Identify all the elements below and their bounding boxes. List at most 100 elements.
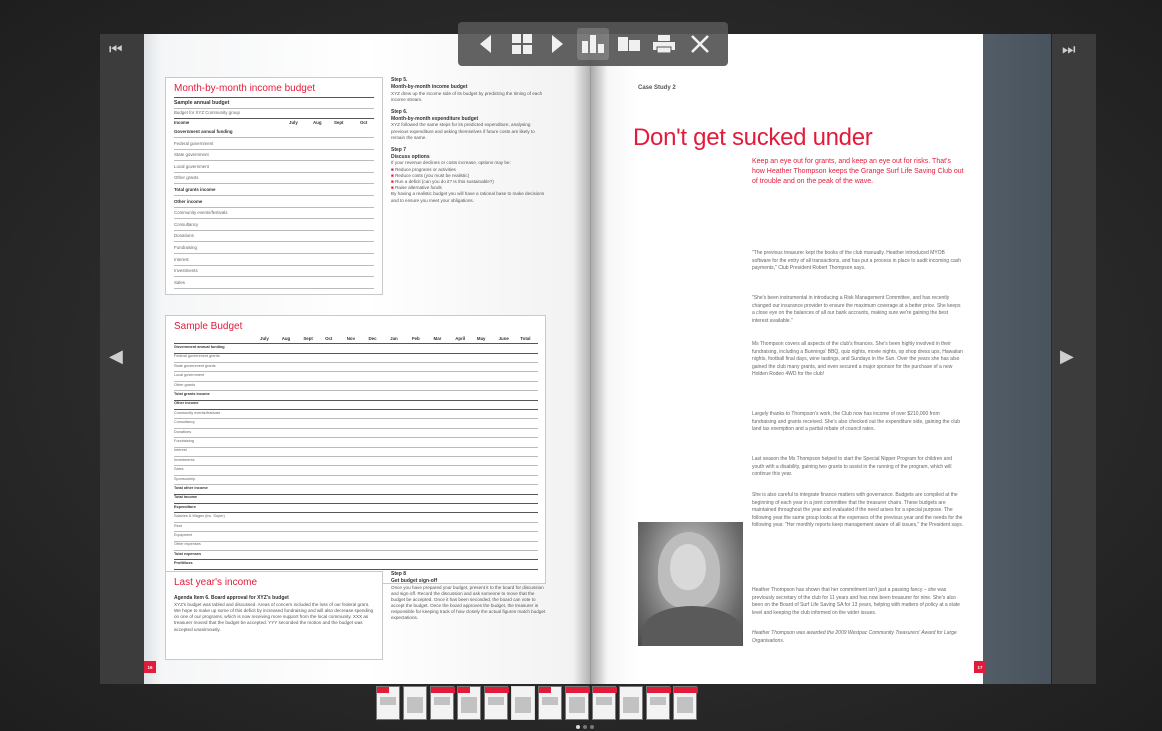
income-row-label: Fundraising [174, 245, 197, 250]
page-thumbnail[interactable] [457, 686, 481, 720]
budget-row-label: Sales [174, 467, 184, 472]
page-thumbnail[interactable] [403, 686, 427, 720]
thumbnails-grid-icon[interactable] [506, 28, 538, 60]
thumbnail-content-block [596, 697, 612, 705]
income-row-rule [174, 195, 374, 196]
budget-row-rule [174, 512, 538, 514]
case-study-paragraph: Last season the Ms Thompson helped to st… [752, 456, 953, 477]
next-icon[interactable] [541, 28, 573, 60]
budget-row-label: Total expenses [174, 551, 202, 556]
budget-row-label: Profit/loss [174, 561, 193, 566]
budget-row-rule [174, 493, 538, 495]
page-thumbnail[interactable] [430, 686, 455, 720]
page-thumbnail[interactable] [619, 686, 643, 720]
thumbnail-red-band [593, 687, 617, 693]
previous-icon[interactable] [470, 28, 502, 60]
budget-row-label: Sponsorship [174, 476, 196, 481]
income-row-rule [174, 218, 374, 220]
print-icon[interactable] [648, 28, 680, 60]
first-page-icon[interactable]: ⏮ [109, 42, 123, 57]
case-study-paragraph: "She's been instrumental in introducing … [752, 295, 961, 324]
income-row-rule [174, 276, 374, 278]
income-row-rule [174, 183, 374, 185]
budget-row-label: Salaries & Wages (inc. Super) [174, 514, 225, 519]
page-thumbnail[interactable] [673, 686, 698, 720]
left-page-number: 16 [144, 661, 156, 673]
thumbnail-content-block [542, 697, 558, 705]
income-row-label: Community events/festivals [174, 210, 228, 216]
right-page-sheet: Case Study 2 Don't get sucked under Keep… [591, 34, 983, 684]
right-page-number: 17 [974, 661, 986, 673]
budget-month-header: Mar [433, 336, 442, 341]
step5-text: XYZ drew up the income side of its budge… [391, 90, 543, 102]
step6-sub: Month-by-month expenditure budget [391, 115, 479, 122]
step7-title: Step 7 [391, 146, 407, 153]
case-study-intro: Keep an eye out for grants, and keep an … [752, 158, 964, 186]
budget-row-label: Other expenses [174, 542, 201, 547]
income-row-rule [174, 160, 374, 162]
last-year-body: Agenda Item 6. Board approval for XYZ's … [174, 595, 376, 633]
budget-month-header: July [260, 336, 269, 341]
page-thumbnail[interactable] [376, 686, 400, 720]
page-thumbnail[interactable] [511, 686, 535, 720]
thumbnail-content-block [569, 697, 585, 713]
left-page: Month-by-month income budget Sample annu… [144, 34, 591, 684]
page-thumbnail[interactable] [646, 686, 671, 720]
budget-row-rule [174, 559, 538, 561]
budget-row-rule [174, 531, 538, 533]
page-thumbnail[interactable] [592, 686, 617, 720]
budget-month-header: Oct [325, 336, 333, 341]
budget-row-label: Equipment [174, 533, 193, 537]
rule [174, 118, 374, 119]
budget-row-label: Government annual funding [174, 345, 225, 349]
budget-row-rule [174, 399, 538, 401]
thumbnail-content-block [677, 697, 693, 713]
thumbnail-content-block [407, 697, 423, 713]
pager-dots [576, 725, 594, 729]
thumbnail-red-band [431, 687, 455, 693]
thumbnail-content-block [434, 697, 450, 705]
income-row-rule [174, 229, 374, 231]
close-icon[interactable] [684, 28, 716, 60]
page-thumbnail[interactable] [484, 686, 509, 720]
budget-row-rule [174, 568, 538, 570]
step6-text: XYZ followed the same steps for its pred… [391, 122, 535, 140]
case-study-paragraph: She is also careful to integrate finance… [752, 492, 964, 528]
thumbnail-content-block [515, 697, 531, 713]
budget-row-rule [174, 549, 538, 551]
budget-row-label: Rent [174, 523, 183, 528]
budget-row-label: Total grants income [174, 392, 210, 396]
page-thumbnail[interactable] [538, 686, 562, 720]
page-view-icon[interactable] [576, 28, 609, 60]
income-header-july: July [289, 120, 298, 125]
pager-dot[interactable] [583, 725, 587, 729]
budget-month-header: Aug [281, 336, 291, 341]
step7-bullet-text: Reduce costs (you must be realistic) [395, 172, 470, 178]
page-thumbnail[interactable] [565, 686, 590, 720]
income-row-label: Other income [174, 198, 203, 204]
income-row-rule [174, 253, 374, 254]
budget-row-rule [174, 390, 538, 392]
last-page-icon[interactable]: ⏭ [1062, 42, 1076, 57]
step8-sub: Get budget sign-off [391, 577, 438, 584]
pager-dot[interactable] [576, 725, 580, 729]
budget-row-rule [174, 465, 538, 467]
thumbnail-red-band [485, 687, 509, 693]
budget-row-label: Consultancy [174, 420, 195, 425]
budget-month-header: Dec [368, 336, 377, 341]
income-row-label: Consultancy [174, 221, 199, 227]
income-row-label: Federal government [174, 140, 214, 146]
thumbnail-red-band [566, 687, 590, 693]
step6-title: Step 6. [391, 108, 408, 115]
step7-footer: By having a realistic budget you will ha… [391, 191, 545, 203]
budget-row-label: Total income [174, 495, 198, 500]
double-page-icon[interactable] [613, 28, 645, 60]
next-page-arrow-icon[interactable]: ▶ [1060, 347, 1074, 365]
budget-month-header: May [476, 336, 486, 341]
pager-dot[interactable] [590, 725, 594, 729]
previous-page-arrow-icon[interactable]: ◀ [109, 347, 123, 365]
sample-budget-title: Sample Budget [174, 321, 243, 332]
budget-row-rule [174, 437, 538, 439]
budget-row-rule [174, 408, 538, 410]
budget-row-rule [174, 540, 538, 542]
